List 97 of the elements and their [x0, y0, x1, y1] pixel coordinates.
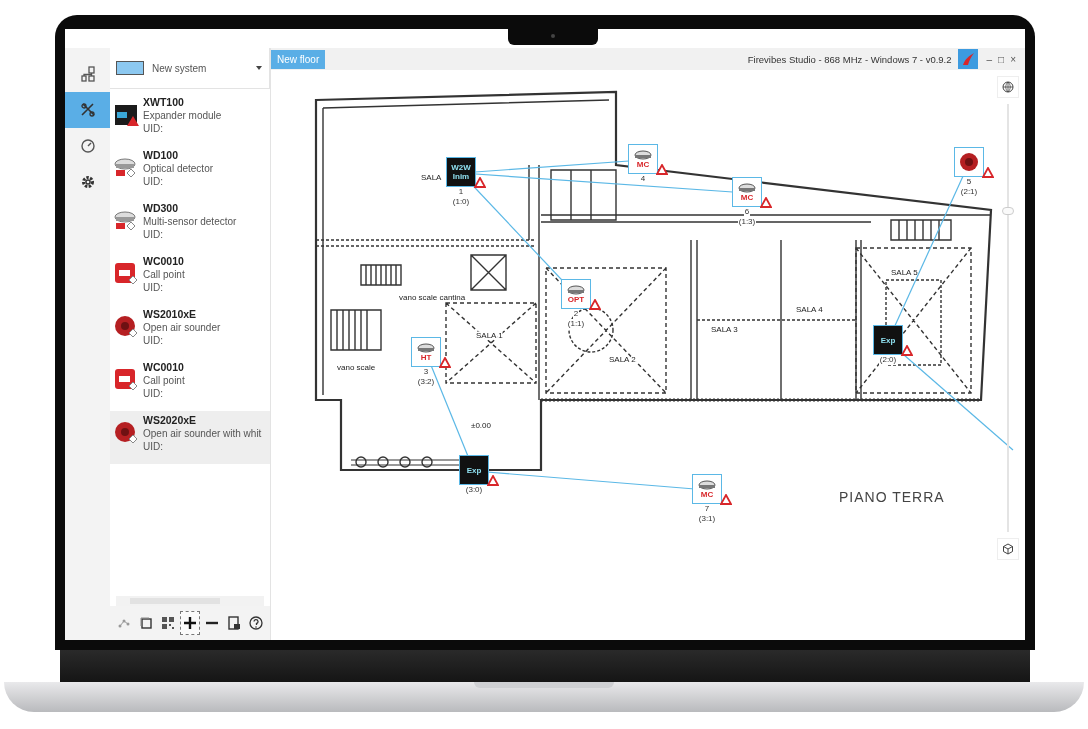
room-label: SALA 3 [711, 325, 738, 334]
device-description: Optical detector [143, 162, 214, 175]
device-description: Call point [143, 268, 185, 281]
device-list-item[interactable]: WC0010 Call point UID: [110, 252, 270, 305]
sounder-icon [114, 314, 140, 340]
placed-device[interactable]: MC [692, 474, 722, 504]
device-address: (2:0) [878, 355, 898, 365]
window-title: Firevibes Studio - 868 MHz - Windows 7 - v0.9.2 [747, 53, 952, 65]
room-label: vano scale [337, 363, 376, 372]
room-label: vano scale cantina [399, 293, 466, 302]
device-address: (1:0) [451, 197, 471, 207]
device-address: (3:2) [416, 377, 436, 387]
slider-thumb[interactable] [1002, 207, 1014, 215]
device-number: 5 [965, 177, 973, 187]
horizontal-scrollbar[interactable] [116, 596, 264, 606]
device-number: 3 [422, 367, 430, 377]
room-label: SALA 4 [796, 305, 823, 314]
app-logo-icon [957, 49, 978, 69]
device-address: (3:1) [697, 514, 717, 524]
device-address: (2:1) [959, 187, 979, 197]
device-uid-label: UID: [143, 281, 164, 294]
toolbar-button[interactable] [180, 611, 200, 635]
device-description: Open air sounder [143, 321, 221, 334]
device-uid-label: UID: [143, 175, 164, 188]
device-number: 1 [457, 187, 465, 197]
device-uid-label: UID: [143, 387, 164, 400]
device-model: XWT100 [143, 96, 185, 109]
device-model: WS2020xE [143, 414, 198, 427]
device-number: 7 [703, 504, 711, 514]
sounder-icon [114, 420, 140, 446]
settings-icon [79, 174, 96, 190]
placed-device[interactable]: Exp [459, 455, 489, 485]
detector-icon [738, 182, 756, 193]
window-control[interactable]: – [986, 53, 993, 65]
device-list-item[interactable]: XWT100 Expander module UID: [110, 93, 270, 146]
device-model: WD100 [143, 149, 179, 162]
device-list-item[interactable]: WD100 Optical detector UID: [110, 146, 270, 199]
device-address: (1:3) [737, 217, 757, 227]
window-control[interactable]: × [1010, 53, 1016, 65]
placed-device[interactable]: OPT [561, 279, 591, 309]
call-point-icon [114, 367, 140, 393]
room-label: SALA 1 [476, 331, 503, 340]
device-description: Expander module [143, 109, 222, 122]
device-list-item[interactable]: WC0010 Call point UID: [110, 358, 270, 411]
device-model: WS2010xE [143, 308, 198, 321]
device-uid-label: UID: [143, 122, 164, 135]
device-model: WC0010 [143, 361, 185, 374]
device-uid-label: UID: [143, 440, 164, 453]
device-list-item[interactable]: WS2020xE Open air sounder with whit UID: [110, 411, 270, 464]
plus-icon [183, 616, 197, 630]
copy-icon [139, 616, 153, 630]
device-description: Call point [143, 374, 185, 387]
device-list-item[interactable]: WS2010xE Open air sounder UID: [110, 305, 270, 358]
device-model: WD300 [143, 202, 179, 215]
window-control[interactable]: □ [998, 53, 1005, 65]
room-label: SALA 5 [891, 268, 918, 277]
detector-icon [417, 342, 435, 353]
device-description: Multi-sensor detector [143, 215, 237, 228]
cube-icon [1002, 543, 1014, 555]
detector-icon [567, 284, 585, 295]
device-number: 4 [639, 174, 647, 184]
device-list-item[interactable]: WD300 Multi-sensor detector UID: [110, 199, 270, 252]
system-dropdown[interactable]: New system [110, 48, 270, 89]
placed-device[interactable]: HT [411, 337, 441, 367]
device-model: WC0010 [143, 255, 185, 268]
device-uid-label: UID: [143, 334, 164, 347]
room-label: SALA [421, 173, 442, 182]
tools-icon [79, 102, 96, 118]
call-point-icon [114, 261, 140, 287]
placed-device[interactable]: MC [628, 144, 658, 174]
globe-icon [1002, 81, 1014, 93]
detector-icon [634, 149, 652, 160]
device-description: Open air sounder with whit [143, 427, 262, 440]
placed-device[interactable]: W2W Inim [446, 157, 476, 187]
device-address: (3:0) [464, 485, 484, 495]
room-label: SALA 2 [609, 355, 636, 364]
placed-device[interactable] [954, 147, 984, 177]
expander-module-icon [114, 102, 140, 128]
help-icon [249, 616, 263, 630]
globe-button[interactable] [997, 76, 1019, 98]
image-export-icon [227, 616, 241, 630]
device-number: 2 [572, 309, 580, 319]
qr-code-icon [161, 616, 175, 630]
floor-name: PIANO TERRA [839, 489, 945, 505]
device-uid-label: UID: [143, 228, 164, 241]
placed-device[interactable]: MC [732, 177, 762, 207]
gauge-icon [79, 138, 96, 154]
device-address: (1:1) [566, 319, 586, 329]
device-number: 6 [743, 207, 751, 217]
3d-view-button[interactable] [997, 538, 1019, 560]
caret-icon [255, 65, 263, 71]
sounder-icon [959, 152, 979, 172]
sidebar-tab[interactable] [65, 92, 110, 128]
room-label: ±0.00 [471, 421, 491, 430]
network-icon [79, 66, 96, 82]
placed-device[interactable]: Exp [873, 325, 903, 355]
detector-icon [698, 479, 716, 490]
